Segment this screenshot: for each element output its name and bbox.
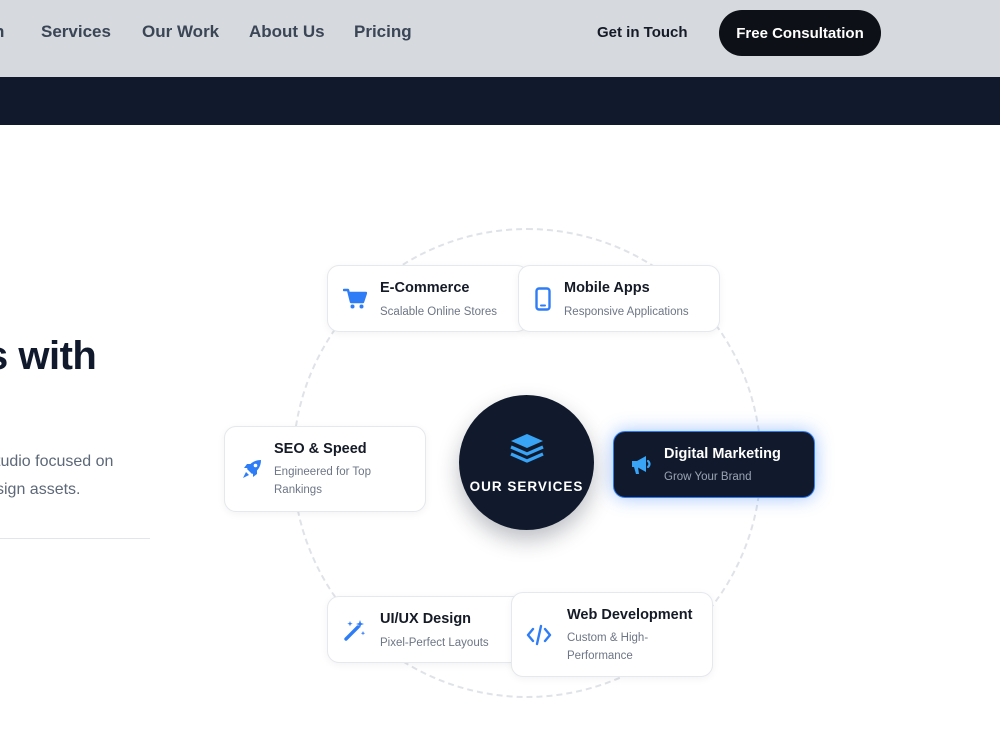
our-services-label: OUR SERVICES [469, 478, 584, 494]
free-consultation-button[interactable]: Free Consultation [719, 10, 881, 56]
service-subtitle: Pixel-Perfect Layouts [380, 637, 489, 649]
nav-link-services[interactable]: Services [41, 22, 111, 42]
service-subtitle: Scalable Online Stores [380, 306, 497, 318]
smartphone-icon [530, 286, 556, 312]
service-subtitle: Grow Your Brand [664, 471, 752, 483]
service-card-ui-ux-design[interactable]: UI/UX Design Pixel-Perfect Layouts [327, 596, 529, 663]
service-subtitle: Custom & High-Performance [567, 632, 649, 662]
our-services-hub: OUR SERVICES [459, 395, 594, 530]
nav-link-our-work[interactable]: Our Work [142, 22, 219, 42]
hero-description-line-2: sign assets. [0, 481, 81, 498]
service-card-e-commerce[interactable]: E-Commerce Scalable Online Stores [327, 265, 529, 332]
service-subtitle: Responsive Applications [564, 306, 689, 318]
nav-link-pricing[interactable]: Pricing [354, 22, 412, 42]
megaphone-icon [628, 452, 654, 478]
hero-divider [0, 538, 150, 539]
layers-icon [509, 432, 545, 471]
free-consultation-label: Free Consultation [736, 24, 864, 42]
cart-icon [342, 286, 368, 312]
page: n Services Our Work About Us Pricing Get… [0, 0, 1000, 750]
nav-link-about-us[interactable]: About Us [249, 22, 325, 42]
magic-wand-icon [342, 617, 368, 643]
hero-description-line-1: tudio focused on [0, 453, 114, 470]
service-card-mobile-apps[interactable]: Mobile Apps Responsive Applications [518, 265, 720, 332]
rocket-icon [239, 456, 265, 482]
service-title: UI/UX Design [380, 611, 472, 627]
service-title: Mobile Apps [564, 280, 650, 296]
dark-banner-strip [0, 77, 1000, 125]
nav-link-cut[interactable]: n [0, 22, 4, 42]
service-title: Digital Marketing [664, 446, 781, 462]
get-in-touch-link[interactable]: Get in Touch [597, 24, 688, 41]
service-card-digital-marketing[interactable]: Digital Marketing Grow Your Brand [613, 431, 815, 498]
code-icon [526, 622, 552, 648]
service-card-web-development[interactable]: Web Development Custom & High-Performanc… [511, 592, 713, 677]
service-card-seo-speed[interactable]: SEO & Speed Engineered for Top Rankings [224, 426, 426, 512]
top-navigation: n Services Our Work About Us Pricing Get… [0, 0, 1000, 77]
hero-title: s with [0, 334, 97, 378]
service-title: E-Commerce [380, 280, 470, 296]
service-title: Web Development [567, 607, 693, 623]
service-title: SEO & Speed [274, 441, 367, 457]
service-subtitle: Engineered for Top Rankings [274, 466, 371, 496]
